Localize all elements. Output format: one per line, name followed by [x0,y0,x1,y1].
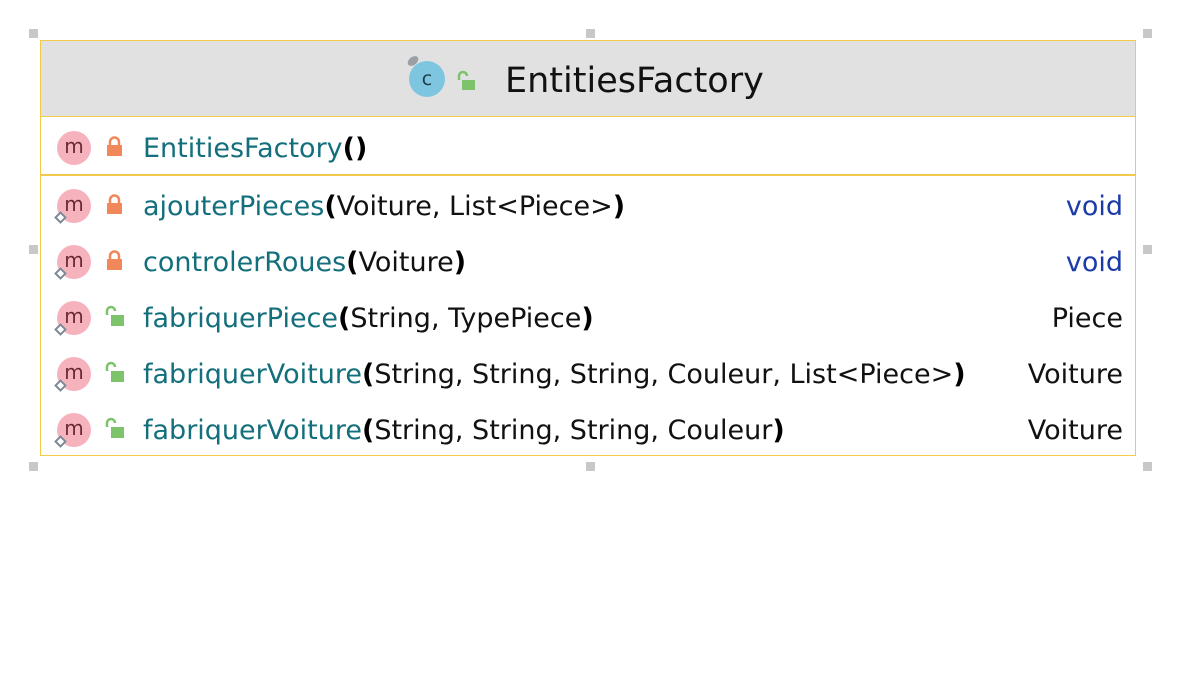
close-paren: ) [612,191,626,222]
method-params: Voiture [358,247,454,278]
open-paren: ( [361,359,375,390]
diagram-canvas: c EntitiesFactory m EntitiesFactory() m ajo… [0,0,1178,678]
resize-handle-top-middle[interactable] [586,29,595,38]
return-type: Piece [1051,303,1123,334]
method-params: String, TypePiece [350,303,582,334]
open-paren: ( [324,191,337,222]
method-signature: ajouterPieces(Voiture, List<Piece>) [143,187,625,227]
public-unlock-icon [105,417,124,438]
method-signature: EntitiesFactory() [143,129,367,169]
class-header: c EntitiesFactory [41,41,1135,117]
method-signature: controlerRoues(Voiture) [143,243,466,283]
open-paren: ( [361,415,375,446]
method-signature: fabriquerVoiture(String, String, String,… [143,411,785,451]
public-unlock-icon [105,305,124,326]
public-unlock-icon [105,361,124,382]
resize-handle-middle-left[interactable] [29,245,38,254]
uml-class-box[interactable]: c EntitiesFactory m EntitiesFactory() m ajo… [40,40,1136,456]
open-paren: ( [342,133,355,164]
return-type: Voiture [1027,359,1123,390]
close-paren: ) [355,133,368,164]
private-lock-icon [107,194,122,214]
private-lock-icon [107,136,122,156]
open-paren: ( [338,303,351,334]
method-name: fabriquerVoiture [143,415,362,446]
resize-handle-bottom-middle[interactable] [586,462,595,471]
resize-handle-bottom-right[interactable] [1143,462,1152,471]
close-paren: ) [453,247,467,278]
section-divider [41,174,1135,176]
method-params: Voiture, List<Piece> [336,191,613,222]
open-paren: ( [346,247,359,278]
resize-handle-top-right[interactable] [1143,29,1152,38]
resize-handle-bottom-left[interactable] [29,462,38,471]
unlocked-icon [457,70,475,90]
close-paren: ) [772,415,785,446]
constructor-row[interactable]: m EntitiesFactory() [41,129,1135,169]
private-lock-icon [107,250,122,270]
return-type: void [1065,247,1123,278]
close-paren: ) [581,303,594,334]
method-row[interactable]: m fabriquerVoiture(String, String, String… [41,355,1135,395]
close-paren: ) [953,359,966,390]
method-row[interactable]: m ajouterPieces(Voiture, List<Piece>) void [41,187,1135,227]
method-row[interactable]: m controlerRoues(Voiture) void [41,243,1135,283]
return-type: Voiture [1027,415,1123,446]
method-params: String, String, String, Couleur, List<Pi… [374,359,954,390]
class-name: EntitiesFactory [505,61,764,101]
method-icon: m [57,131,91,165]
resize-handle-top-left[interactable] [29,29,38,38]
method-name: ajouterPieces [143,191,325,222]
method-name: controlerRoues [143,247,347,278]
return-type: void [1065,191,1123,222]
method-signature: fabriquerVoiture(String, String, String,… [143,355,966,395]
method-row[interactable]: m fabriquerVoiture(String, String, String… [41,411,1135,451]
method-signature: fabriquerPiece(String, TypePiece) [143,299,594,339]
resize-handle-middle-right[interactable] [1143,245,1152,254]
method-params: String, String, String, Couleur [374,415,773,446]
class-icon-letter: c [421,68,433,90]
method-name: fabriquerPiece [143,303,339,334]
method-row[interactable]: m fabriquerPiece(String, TypePiece) Piece [41,299,1135,339]
class-icon: c [409,61,445,97]
method-name: fabriquerVoiture [143,359,362,390]
method-name: EntitiesFactory [143,133,343,164]
